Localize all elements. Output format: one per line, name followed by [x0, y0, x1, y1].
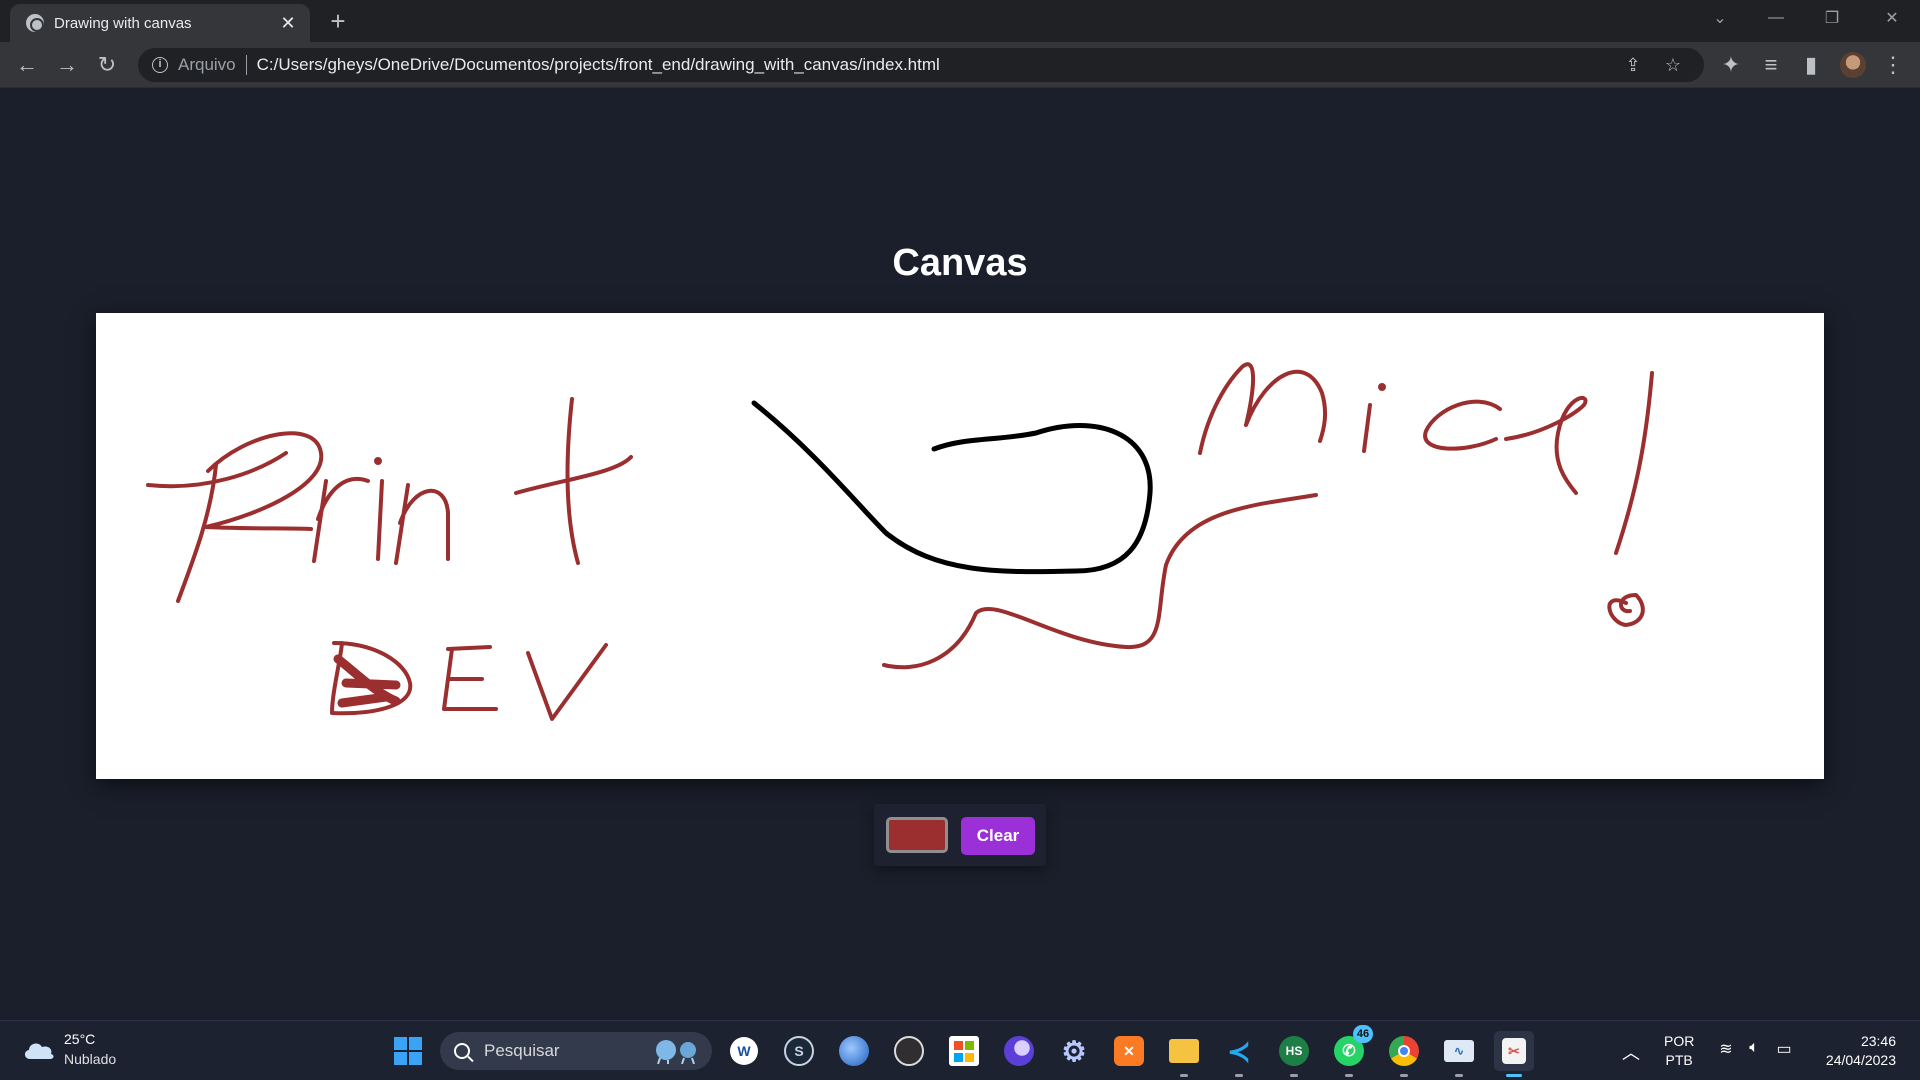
side-panel-icon[interactable]: ▮	[1796, 50, 1826, 80]
running-indicator	[1400, 1074, 1408, 1077]
running-indicator	[1180, 1074, 1188, 1077]
app-w-icon[interactable]: W	[724, 1031, 764, 1071]
hs-app-icon[interactable]: HS	[1274, 1031, 1314, 1077]
info-icon[interactable]: i	[152, 57, 168, 73]
share-icon[interactable]: ⇪	[1618, 50, 1648, 80]
tab-search-chevron-icon[interactable]: ⌄	[1692, 0, 1748, 36]
running-indicator	[1235, 1074, 1243, 1077]
file-explorer-icon[interactable]	[1164, 1031, 1204, 1077]
page-title: Canvas	[892, 242, 1028, 284]
media-queue-icon[interactable]: ≡	[1756, 50, 1786, 80]
back-button[interactable]: ←	[12, 50, 42, 80]
drawing-nice	[1198, 362, 1654, 627]
language-indicator[interactable]: POR PTB	[1664, 1032, 1694, 1070]
clock-date: 24/04/2023	[1825, 1052, 1896, 1068]
search-icon	[454, 1043, 470, 1059]
purple-moon-icon[interactable]	[999, 1031, 1039, 1071]
close-icon[interactable]: ✕	[278, 13, 298, 33]
address-bar[interactable]: i Arquivo C:/Users/gheys/OneDrive/Docume…	[138, 48, 1704, 82]
canvas-controls: Clear	[874, 804, 1046, 866]
drawing-black-loop	[751, 400, 1153, 575]
clock[interactable]: 23:46 24/04/2023	[1826, 1032, 1896, 1070]
running-indicator	[1506, 1074, 1522, 1077]
snipping-tool-icon[interactable]: ✂	[1494, 1031, 1534, 1077]
keyboard-layout: PTB	[1665, 1052, 1693, 1068]
browser-tab-bar: Drawing with canvas ✕ + ⌄ — ❐ ✕	[0, 0, 1920, 42]
address-scheme: Arquivo	[178, 55, 236, 74]
drawing-red-wave	[882, 493, 1318, 670]
running-indicator	[1290, 1074, 1298, 1077]
bookmark-star-icon[interactable]: ☆	[1658, 50, 1688, 80]
running-indicator	[1345, 1074, 1353, 1077]
obs-icon[interactable]	[889, 1031, 929, 1071]
chevron-up-icon[interactable]: ︿	[1622, 1039, 1640, 1065]
settings-gear-icon[interactable]: ⚙	[1054, 1031, 1094, 1071]
wifi-icon[interactable]: ≋	[1716, 1039, 1736, 1059]
address-separator	[245, 55, 247, 75]
minimize-button[interactable]: —	[1748, 0, 1804, 36]
taskbar-search[interactable]: Pesquisar	[440, 1032, 712, 1070]
whatsapp-icon[interactable]: ✆ 46	[1329, 1025, 1373, 1077]
chrome-icon[interactable]	[1384, 1031, 1424, 1077]
drawing-canvas[interactable]	[96, 313, 1824, 779]
extensions-icon[interactable]: ✦	[1716, 50, 1746, 80]
taskbar: 25°C Nublado Pesquisar W S ⚙ ✕ ≺ HS ✆ 46…	[0, 1020, 1920, 1080]
browser-tab[interactable]: Drawing with canvas ✕	[10, 4, 310, 42]
new-tab-button[interactable]: +	[324, 8, 352, 36]
globe-icon	[26, 14, 44, 32]
weather-description[interactable]: Nublado	[64, 1051, 116, 1067]
clear-button[interactable]: Clear	[961, 817, 1035, 855]
drawing-dev	[330, 641, 608, 721]
microsoft-store-icon[interactable]	[944, 1031, 984, 1071]
vscode-icon[interactable]: ≺	[1219, 1031, 1259, 1077]
monitor-app-icon[interactable]: ∿	[1439, 1031, 1479, 1077]
windows-start-icon[interactable]	[388, 1031, 428, 1071]
steam-icon[interactable]: S	[779, 1031, 819, 1071]
canvas-drawing	[146, 362, 1654, 721]
browser-toolbar: ← → ↻ i Arquivo C:/Users/gheys/OneDrive/…	[0, 42, 1920, 88]
search-placeholder: Pesquisar	[484, 1041, 560, 1060]
drawing-print	[146, 397, 633, 603]
language-code: POR	[1664, 1033, 1695, 1049]
tab-title: Drawing with canvas	[54, 14, 192, 32]
profile-avatar[interactable]	[1840, 52, 1866, 78]
address-url[interactable]: C:/Users/gheys/OneDrive/Documentos/proje…	[257, 55, 940, 75]
weather-temperature[interactable]: 25°C	[64, 1031, 95, 1047]
reload-button[interactable]: ↻	[92, 50, 122, 80]
forward-button[interactable]: →	[52, 50, 82, 80]
window-close-button[interactable]: ✕	[1864, 0, 1920, 36]
running-indicator	[1455, 1074, 1463, 1077]
color-picker[interactable]	[886, 817, 948, 853]
cloud-icon[interactable]	[22, 1037, 56, 1061]
battery-icon[interactable]: ▭	[1774, 1039, 1794, 1059]
notification-badge: 46	[1353, 1025, 1373, 1043]
menu-icon[interactable]: ⋮	[1878, 50, 1908, 80]
clock-time: 23:46	[1860, 1033, 1896, 1049]
xampp-icon[interactable]: ✕	[1109, 1031, 1149, 1071]
volume-icon[interactable]: 🔈︎	[1744, 1039, 1764, 1059]
restore-button[interactable]: ❐	[1804, 0, 1860, 36]
search-highlight-icon	[656, 1040, 696, 1064]
browser-globe-icon[interactable]	[834, 1031, 874, 1071]
